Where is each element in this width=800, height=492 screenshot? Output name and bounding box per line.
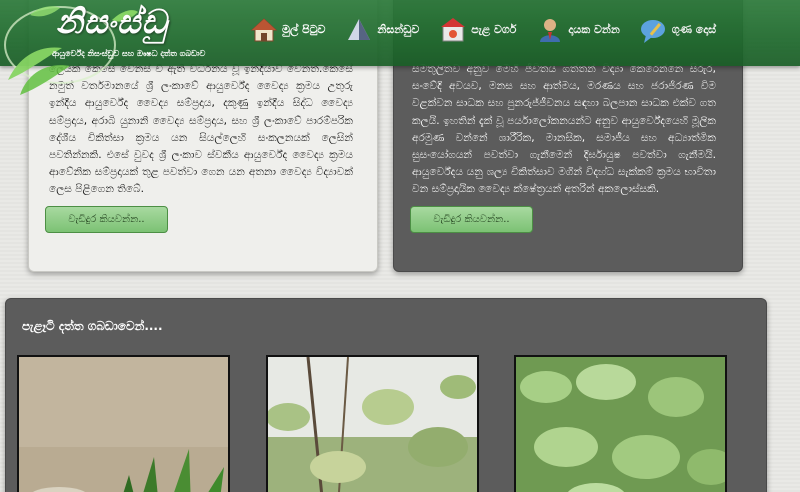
nav-home[interactable]: මුල් පිටුව <box>250 16 325 44</box>
nav-feedback[interactable]: ගුණ දොස් <box>640 16 716 44</box>
nav-plants[interactable]: පැළ වර්ග <box>439 16 516 44</box>
gallery-image-2[interactable] <box>266 355 479 492</box>
user-icon <box>540 19 561 42</box>
nav-feedback-label: ගුණ දොස් <box>671 23 717 36</box>
gallery-title: පැළෑටි දත්ත ගබඩාවෙන්.... <box>22 319 163 333</box>
home-icon <box>250 18 278 42</box>
site-logo[interactable]: නිසංස්ඩු <box>56 2 167 42</box>
nav-plants-label: පැළ වර්ග <box>471 23 517 36</box>
card-right-text: සමතුලිතව අනුව මෙහි ජීවිතය ගත්තන් විද්‍යා… <box>412 63 716 196</box>
site-tagline: ආයුර්වේද නිසංස්ඩුව සහ ඖෂධ දත්ත ගබඩාව <box>52 49 206 58</box>
nav-contribute[interactable]: දායක වන්න <box>536 16 620 44</box>
nav-home-label: මුල් පිටුව <box>282 23 326 36</box>
nav-contribute-label: දායක වන්න <box>568 23 620 36</box>
plant-photo-3 <box>516 357 725 492</box>
plant-gallery: පැළෑටි දත්ත ගබඩාවෙන්.... <box>5 298 767 492</box>
pyramid-icon <box>348 19 371 40</box>
plant-house-icon <box>441 18 466 42</box>
nav-nisanduwa[interactable]: නිසන්ඩුව <box>345 16 419 44</box>
plant-photo-1 <box>19 357 228 492</box>
main-nav: මුල් පිටුව නිසන්ඩුව පැළ වර්ග දායක වන්න ග… <box>250 14 736 46</box>
site-header: නිසංස්ඩු ආයුර්වේද නිසංස්ඩුව සහ ඖෂධ දත්ත … <box>0 0 800 95</box>
read-more-button-right[interactable]: වැඩිදුර කියවන්න.. <box>410 206 533 233</box>
nav-nisanduwa-label: නිසන්ඩුව <box>377 23 420 36</box>
read-more-button-left[interactable]: වැඩිදුර කියවන්න.. <box>45 206 168 233</box>
comment-icon <box>640 20 665 43</box>
plant-photo-2 <box>268 357 477 492</box>
gallery-image-1[interactable] <box>17 355 230 492</box>
gallery-image-3[interactable] <box>514 355 727 492</box>
